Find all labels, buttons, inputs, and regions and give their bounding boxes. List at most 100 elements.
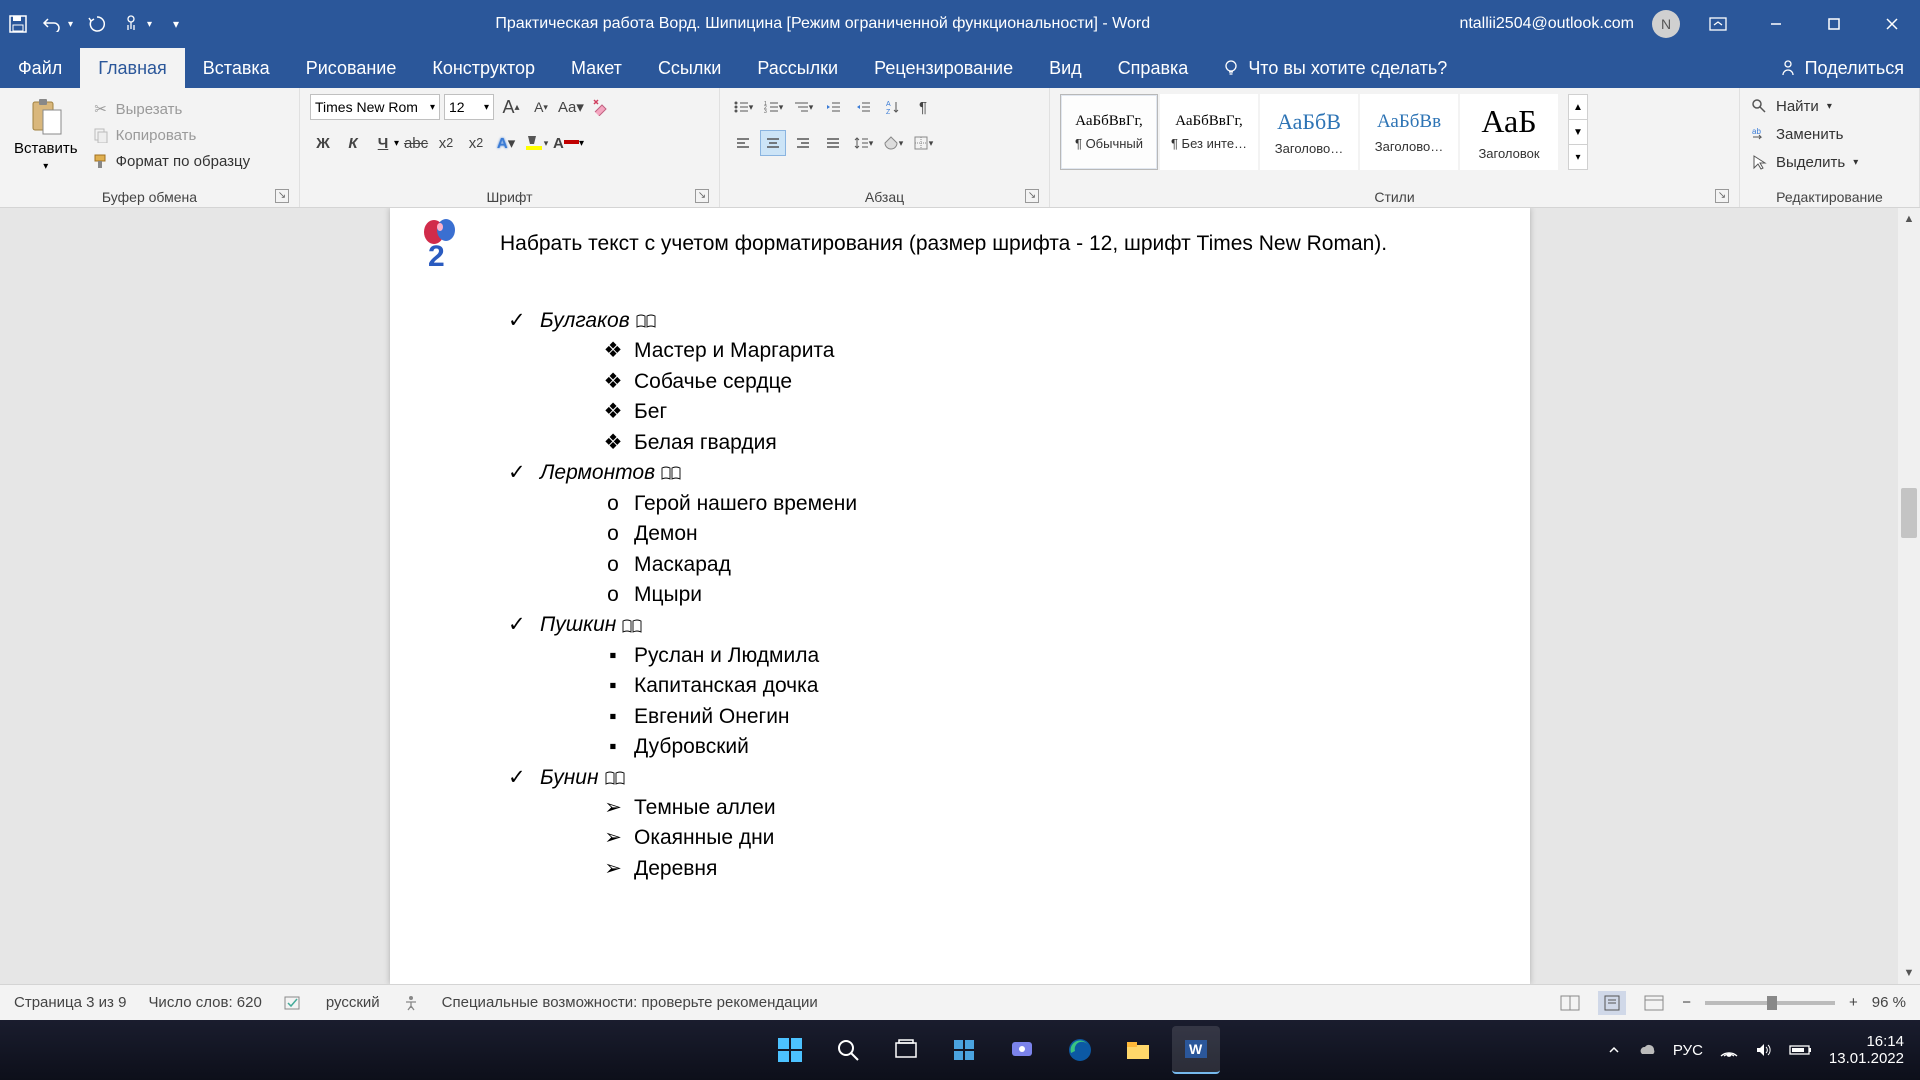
zoom-out-button[interactable]: − [1682, 994, 1691, 1011]
italic-button[interactable]: К [340, 130, 366, 156]
undo-dropdown-icon[interactable]: ▾ [68, 19, 73, 30]
battery-icon[interactable] [1789, 1043, 1813, 1057]
bullets-button[interactable]: ▾ [730, 94, 756, 120]
page-indicator[interactable]: Страница 3 из 9 [14, 994, 126, 1011]
superscript-button[interactable]: x2 [463, 130, 489, 156]
qat-customize-icon[interactable]: ▾ [166, 14, 186, 34]
shading-button[interactable]: ▾ [880, 130, 906, 156]
user-email[interactable]: ntallii2504@outlook.com [1459, 15, 1634, 33]
style-item[interactable]: АаБбВЗаголово… [1260, 94, 1358, 170]
word-icon[interactable]: W [1172, 1026, 1220, 1074]
onedrive-icon[interactable] [1637, 1042, 1657, 1058]
decrease-indent-button[interactable] [820, 94, 846, 120]
tab-view[interactable]: Вид [1031, 48, 1100, 88]
font-size-combo[interactable]: 12▾ [444, 94, 494, 120]
scroll-up-icon[interactable]: ▲ [1898, 208, 1920, 230]
tray-clock[interactable]: 16:14 13.01.2022 [1829, 1033, 1904, 1068]
tab-design[interactable]: Конструктор [414, 48, 553, 88]
tab-mailings[interactable]: Рассылки [739, 48, 856, 88]
print-layout-icon[interactable] [1598, 991, 1626, 1015]
accessibility-text[interactable]: Специальные возможности: проверьте реком… [442, 994, 818, 1011]
network-icon[interactable] [1719, 1042, 1739, 1058]
minimize-icon[interactable] [1756, 8, 1796, 40]
tab-references[interactable]: Ссылки [640, 48, 739, 88]
bold-button[interactable]: Ж [310, 130, 336, 156]
ribbon-display-icon[interactable] [1698, 8, 1738, 40]
volume-icon[interactable] [1755, 1042, 1773, 1058]
change-case-button[interactable]: Aa▾ [558, 94, 584, 120]
find-button[interactable]: Найти ▾ [1750, 94, 1832, 118]
numbering-button[interactable]: 123▾ [760, 94, 786, 120]
maximize-icon[interactable] [1814, 8, 1854, 40]
tab-insert[interactable]: Вставка [185, 48, 288, 88]
gallery-more-icon[interactable]: ▾ [1569, 145, 1587, 169]
clipboard-launcher[interactable]: ↘ [275, 189, 289, 203]
justify-button[interactable] [820, 130, 846, 156]
borders-button[interactable]: ▾ [910, 130, 936, 156]
align-center-button[interactable] [760, 130, 786, 156]
paste-button[interactable]: Вставить ▾ [10, 94, 82, 176]
zoom-in-button[interactable]: + [1849, 994, 1858, 1011]
read-mode-icon[interactable] [1556, 991, 1584, 1015]
styles-launcher[interactable]: ↘ [1715, 189, 1729, 203]
underline-button[interactable]: Ч [370, 130, 396, 156]
show-marks-button[interactable]: ¶ [910, 94, 936, 120]
font-launcher[interactable]: ↘ [695, 189, 709, 203]
tab-help[interactable]: Справка [1100, 48, 1207, 88]
align-left-button[interactable] [730, 130, 756, 156]
tab-layout[interactable]: Макет [553, 48, 640, 88]
highlight-button[interactable]: ▾ [523, 130, 549, 156]
gallery-scroll[interactable]: ▲ ▼ ▾ [1568, 94, 1588, 170]
style-item[interactable]: АаБбВвГг,¶ Без инте… [1160, 94, 1258, 170]
touch-dropdown-icon[interactable]: ▾ [147, 19, 152, 30]
avatar[interactable]: N [1652, 10, 1680, 38]
task-view-icon[interactable] [882, 1026, 930, 1074]
format-painter-button[interactable]: Формат по образцу [92, 150, 251, 172]
style-item[interactable]: АаБЗаголовок [1460, 94, 1558, 170]
font-color-dropdown[interactable]: ▾ [579, 138, 584, 149]
chat-icon[interactable] [998, 1026, 1046, 1074]
tab-draw[interactable]: Рисование [288, 48, 415, 88]
underline-dropdown[interactable]: ▾ [394, 138, 399, 149]
multilevel-list-button[interactable]: ▾ [790, 94, 816, 120]
share-button[interactable]: Поделиться [1763, 48, 1920, 88]
scroll-thumb[interactable] [1901, 488, 1917, 538]
edge-icon[interactable] [1056, 1026, 1104, 1074]
tray-language[interactable]: РУС [1673, 1042, 1703, 1059]
font-color-button[interactable]: A [553, 130, 579, 156]
explorer-icon[interactable] [1114, 1026, 1162, 1074]
undo-icon[interactable] [42, 14, 62, 34]
font-name-combo[interactable]: Times New Rom▾ [310, 94, 440, 120]
replace-button[interactable]: ab Заменить [1750, 122, 1843, 146]
language-indicator[interactable]: русский [326, 994, 380, 1011]
start-button[interactable] [766, 1026, 814, 1074]
gallery-down-icon[interactable]: ▼ [1569, 120, 1587, 145]
grow-font-button[interactable]: A▴ [498, 94, 524, 120]
clear-formatting-button[interactable] [588, 94, 614, 120]
tab-file[interactable]: Файл [0, 48, 80, 88]
touch-mode-icon[interactable] [121, 14, 141, 34]
paragraph-launcher[interactable]: ↘ [1025, 189, 1039, 203]
zoom-slider[interactable] [1705, 1001, 1835, 1005]
word-count[interactable]: Число слов: 620 [148, 994, 261, 1011]
tray-chevron-icon[interactable] [1607, 1043, 1621, 1057]
scroll-down-icon[interactable]: ▼ [1898, 962, 1920, 984]
zoom-level[interactable]: 96 % [1872, 994, 1906, 1011]
strikethrough-button[interactable]: abc [403, 130, 429, 156]
gallery-up-icon[interactable]: ▲ [1569, 95, 1587, 120]
widgets-icon[interactable] [940, 1026, 988, 1074]
subscript-button[interactable]: x2 [433, 130, 459, 156]
align-right-button[interactable] [790, 130, 816, 156]
search-taskbar-icon[interactable] [824, 1026, 872, 1074]
page[interactable]: 2 Набрать текст с учетом форматирования … [390, 208, 1530, 984]
increase-indent-button[interactable] [850, 94, 876, 120]
shrink-font-button[interactable]: A▾ [528, 94, 554, 120]
spellcheck-icon[interactable] [284, 994, 304, 1012]
style-item[interactable]: АаБбВвЗаголово… [1360, 94, 1458, 170]
vertical-scrollbar[interactable]: ▲ ▼ [1898, 208, 1920, 984]
tell-me-search[interactable]: Что вы хотите сделать? [1206, 48, 1463, 88]
redo-icon[interactable] [87, 14, 107, 34]
select-button[interactable]: Выделить ▾ [1750, 150, 1858, 174]
tab-home[interactable]: Главная [80, 48, 185, 88]
save-icon[interactable] [8, 14, 28, 34]
